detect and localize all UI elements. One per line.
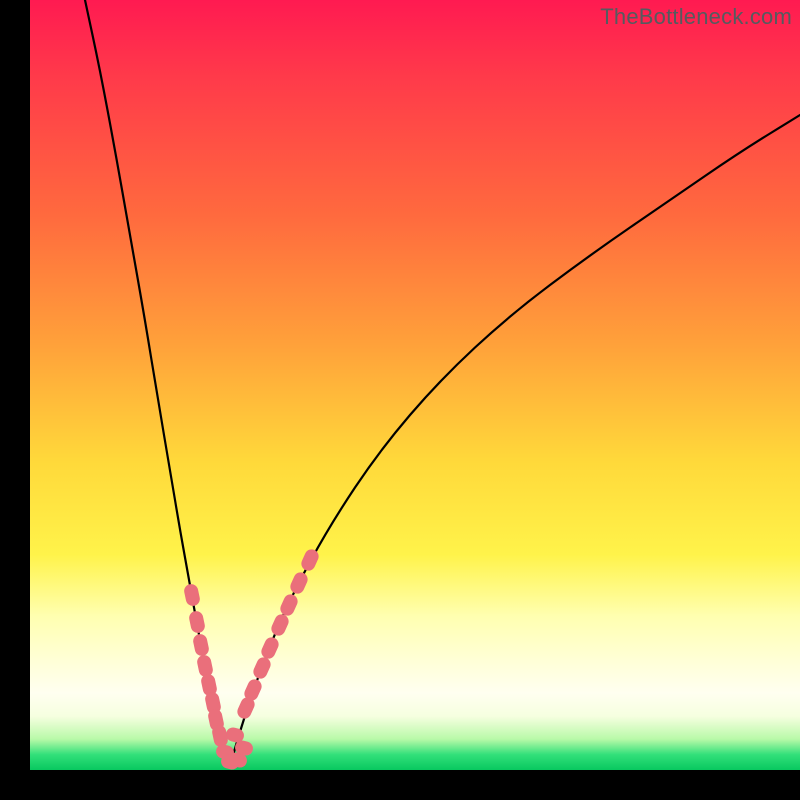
bead [192,633,210,657]
bead [299,547,321,573]
bead [269,612,291,638]
bead [278,592,300,618]
beads-group [183,547,321,770]
bead [196,654,214,678]
bead [259,635,281,661]
bead [288,570,310,596]
bead [183,583,201,607]
right-curve [230,115,800,766]
bead [188,610,206,634]
plot-area: TheBottleneck.com [30,0,800,770]
chart-frame: TheBottleneck.com [0,0,800,800]
bead [251,655,273,681]
curve-layer [30,0,800,770]
